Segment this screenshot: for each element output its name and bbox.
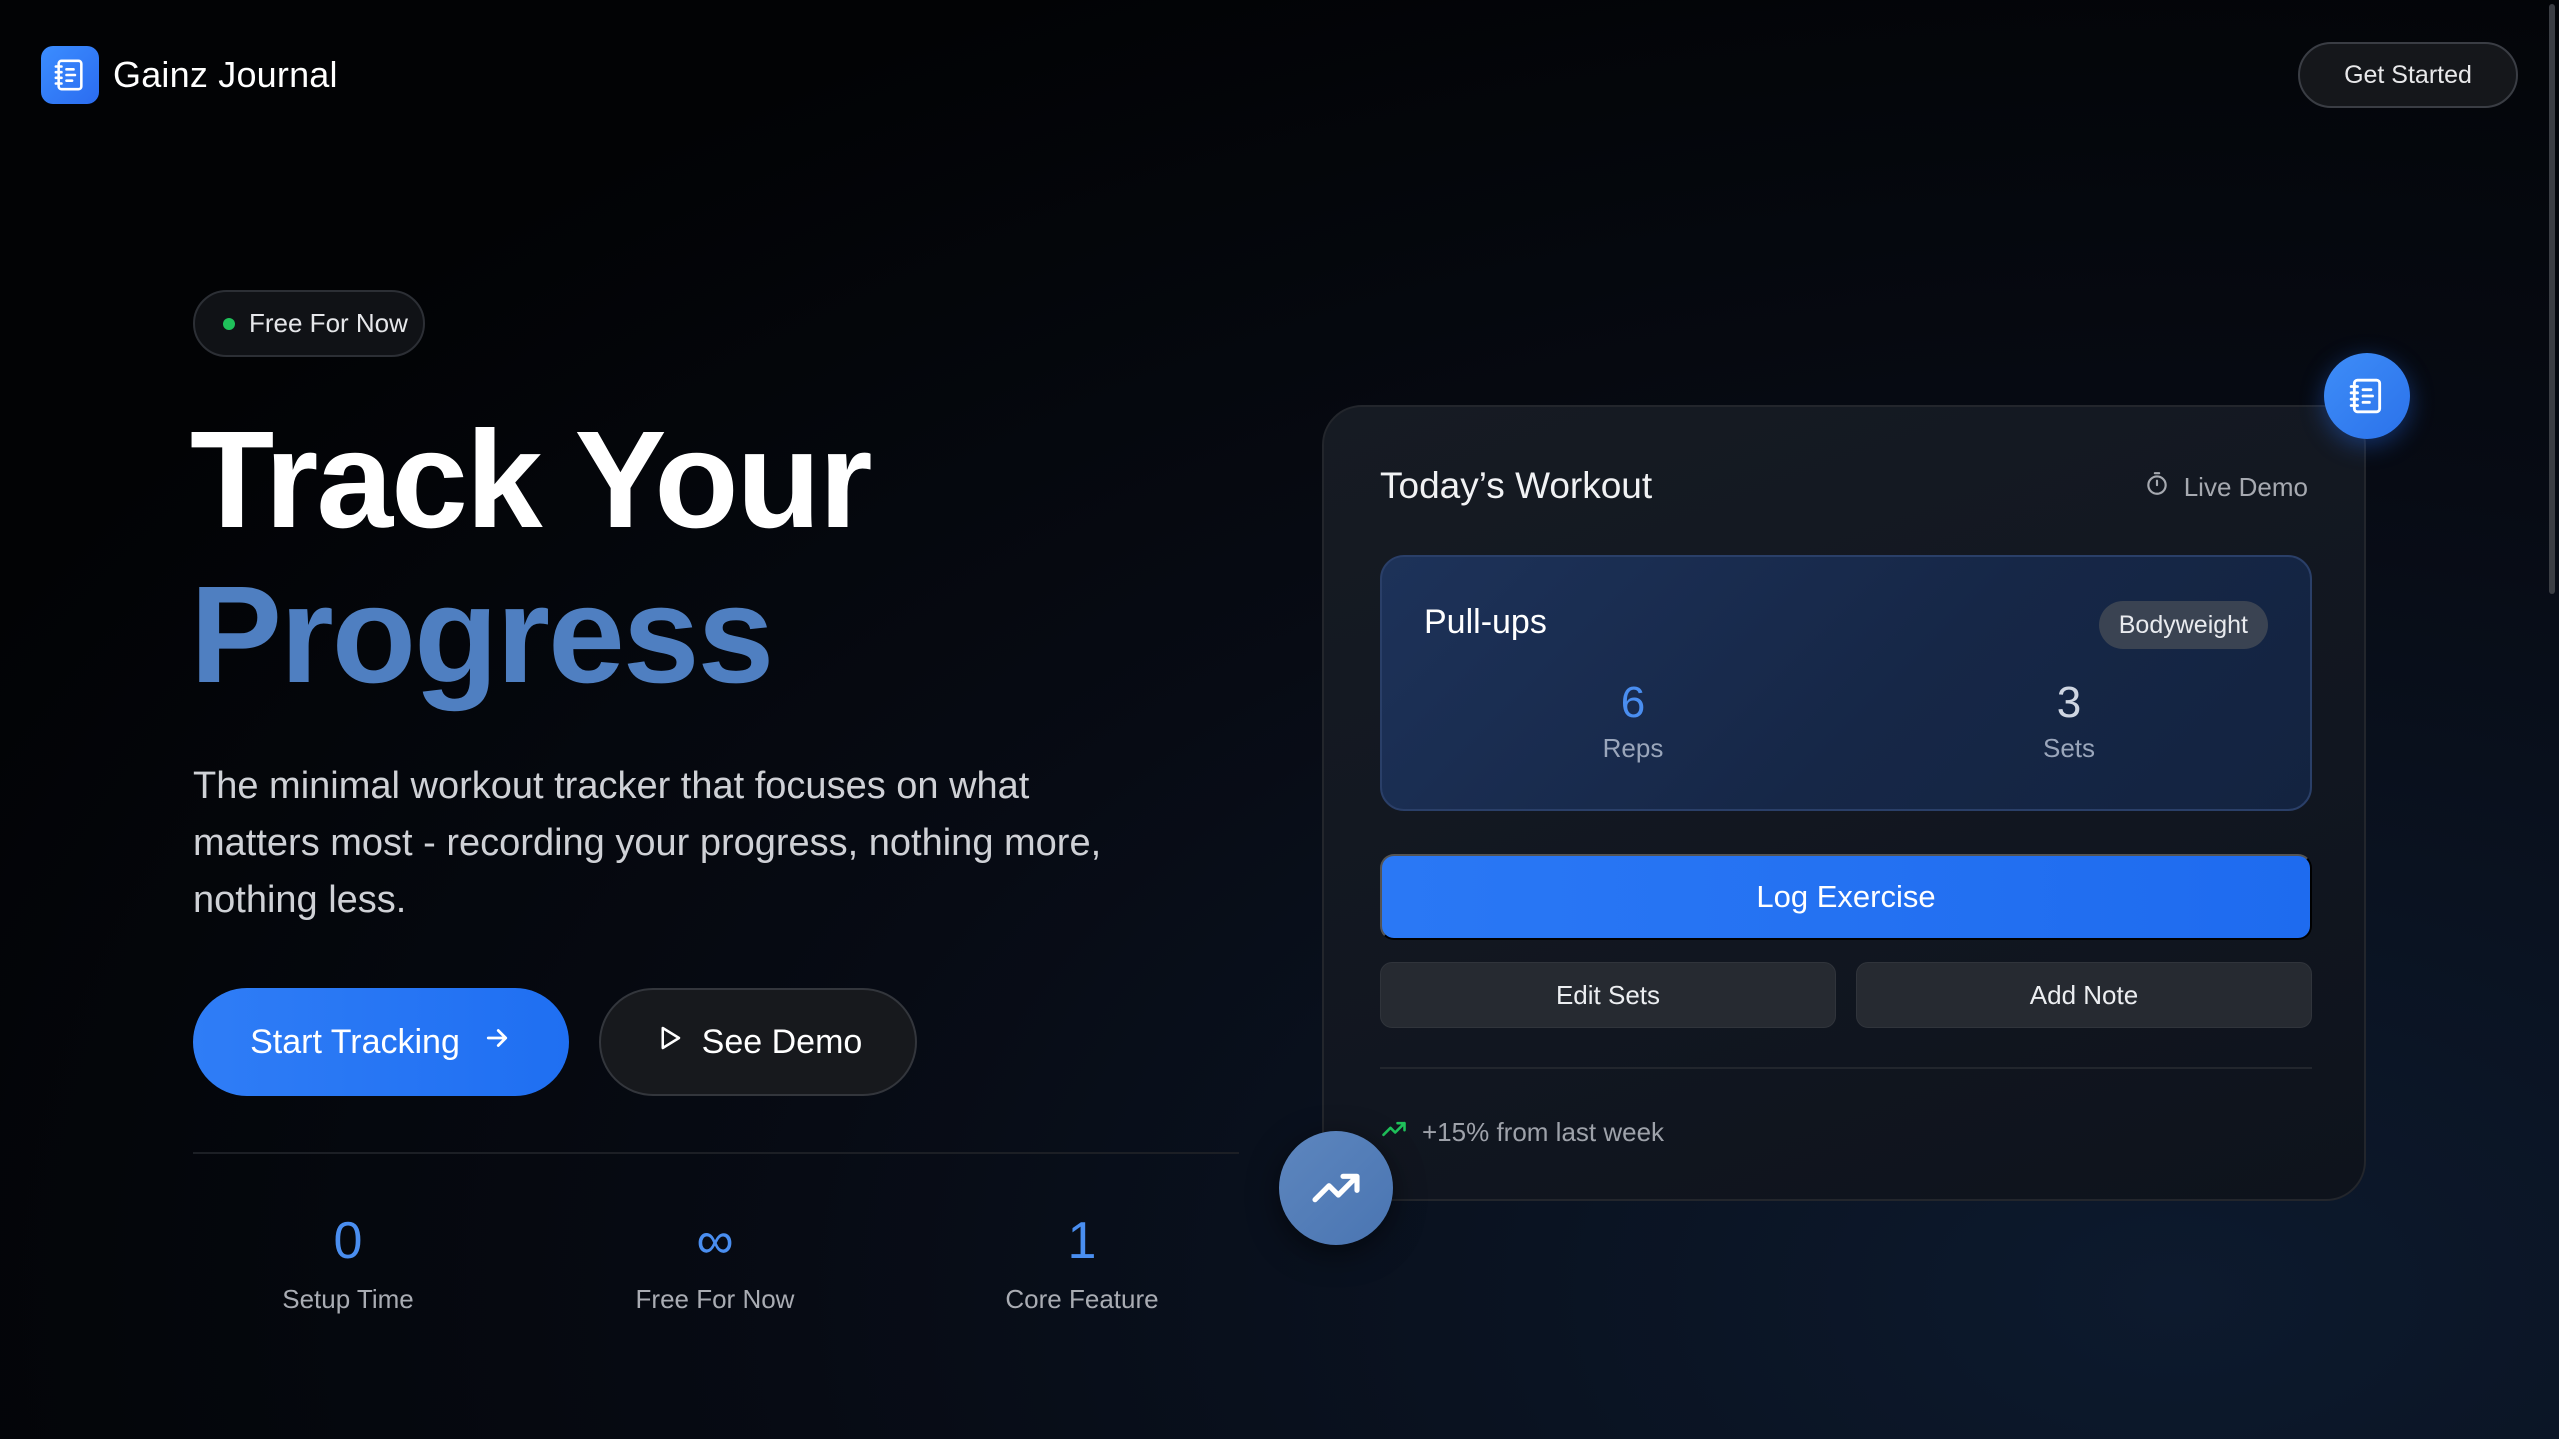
hero-title-line1: Track Your xyxy=(190,403,873,557)
stat-core-feature: 1 Core Feature xyxy=(932,1210,1232,1315)
reps-value: 6 xyxy=(1620,678,1646,727)
stat-value: 1 xyxy=(1067,1212,1097,1270)
get-started-button[interactable]: Get Started xyxy=(2298,42,2518,108)
timer-icon xyxy=(2144,471,2170,504)
card-divider xyxy=(1380,1067,2312,1069)
exercise-name: Pull-ups xyxy=(1424,603,1547,641)
app-name: Gainz Journal xyxy=(113,54,338,95)
live-demo-indicator: Live Demo xyxy=(2144,471,2308,504)
brand-logo[interactable]: Gainz Journal xyxy=(41,46,338,104)
exercise-card[interactable]: Pull-ups Bodyweight 6 Reps 3 Sets xyxy=(1380,555,2312,811)
notebook-icon xyxy=(2324,353,2410,439)
add-note-button[interactable]: Add Note xyxy=(1856,962,2312,1028)
play-icon xyxy=(654,1023,684,1062)
notebook-icon xyxy=(41,46,99,104)
status-dot xyxy=(223,317,235,330)
start-tracking-button[interactable]: Start Tracking xyxy=(193,988,569,1096)
card-title: Today’s Workout xyxy=(1380,465,1653,506)
trending-up-icon xyxy=(1380,1115,1408,1150)
exercise-type-tag: Bodyweight xyxy=(2098,601,2268,649)
stat-value: ∞ xyxy=(696,1212,734,1270)
trend-text: +15% from last week xyxy=(1422,1117,1665,1147)
trending-up-icon xyxy=(1279,1131,1393,1245)
sets-label: Sets xyxy=(2042,733,2096,763)
log-exercise-button[interactable]: Log Exercise xyxy=(1380,854,2312,940)
edit-sets-button[interactable]: Edit Sets xyxy=(1380,962,1836,1028)
stat-label: Free For Now xyxy=(635,1284,795,1314)
live-demo-label: Live Demo xyxy=(2183,472,2308,502)
trend-indicator: +15% from last week xyxy=(1380,1115,1664,1150)
arrow-right-icon xyxy=(482,1023,512,1062)
sets-metric: 3 Sets xyxy=(1969,677,2169,764)
page-scrollbar[interactable] xyxy=(2549,4,2555,594)
stat-value: 0 xyxy=(333,1212,363,1270)
stat-setup-time: 0 Setup Time xyxy=(198,1210,498,1315)
stat-label: Core Feature xyxy=(1005,1284,1159,1314)
workout-demo-card: Today’s Workout Live Demo Pull-ups Bodyw… xyxy=(1322,405,2366,1201)
sets-value: 3 xyxy=(2056,678,2082,727)
badge-label: Free For Now xyxy=(249,308,408,338)
see-demo-button[interactable]: See Demo xyxy=(599,988,917,1096)
start-tracking-label: Start Tracking xyxy=(250,1022,460,1061)
reps-label: Reps xyxy=(1602,733,1664,763)
reps-metric: 6 Reps xyxy=(1533,677,1733,764)
status-badge: Free For Now xyxy=(193,290,425,357)
stat-free: ∞ Free For Now xyxy=(565,1210,865,1315)
hero-title-line2: Progress xyxy=(190,558,774,712)
hero-description: The minimal workout tracker that focuses… xyxy=(193,765,1102,921)
stats-divider xyxy=(193,1152,1239,1154)
see-demo-label: See Demo xyxy=(701,1022,863,1061)
stat-label: Setup Time xyxy=(282,1284,414,1314)
